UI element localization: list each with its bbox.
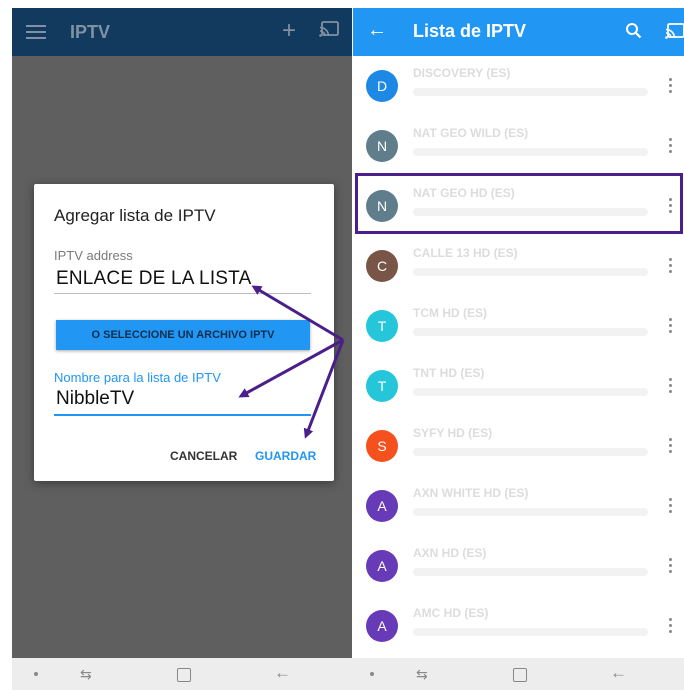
channel-name: AXN WHITE HD (ES) xyxy=(413,486,529,500)
more-options-icon[interactable] xyxy=(669,618,673,634)
channel-list-item[interactable]: S SYFY HD (ES) xyxy=(353,416,684,476)
channel-subtitle-placeholder xyxy=(413,268,648,276)
select-file-button[interactable]: O SELECCIONE UN ARCHIVO IPTV xyxy=(56,320,310,350)
recent-apps-icon[interactable]: ⇆ xyxy=(416,666,428,683)
channel-list-item[interactable]: C CALLE 13 HD (ES) xyxy=(353,236,684,296)
add-icon[interactable]: + xyxy=(282,17,296,45)
nav-dot-icon xyxy=(34,672,38,676)
list-name-label: Nombre para la lista de IPTV xyxy=(54,370,221,385)
iptv-address-underline xyxy=(54,293,311,294)
channel-list-item[interactable]: A AMC HD (ES) xyxy=(353,596,684,656)
more-options-icon[interactable] xyxy=(669,378,673,394)
more-options-icon[interactable] xyxy=(669,258,673,274)
channel-name: AXN HD (ES) xyxy=(413,546,487,560)
search-icon[interactable] xyxy=(625,22,643,45)
more-options-icon[interactable] xyxy=(669,498,673,514)
more-options-icon[interactable] xyxy=(669,318,673,334)
channel-subtitle-placeholder xyxy=(413,628,648,636)
channel-avatar: C xyxy=(366,250,398,282)
channel-subtitle-placeholder xyxy=(413,448,648,456)
add-iptv-list-dialog: Agregar lista de IPTV IPTV address ENLAC… xyxy=(34,184,334,481)
left-screen: IPTV + Agregar lista de IPTV IPTV addres… xyxy=(12,8,352,658)
cast-icon[interactable] xyxy=(665,23,684,44)
channel-avatar: A xyxy=(366,490,398,522)
channel-subtitle-placeholder xyxy=(413,568,648,576)
channel-avatar: A xyxy=(366,550,398,582)
channel-avatar: T xyxy=(366,370,398,402)
iptv-address-label: IPTV address xyxy=(54,248,133,263)
back-arrow-icon[interactable]: ← xyxy=(367,19,387,42)
channel-list-item[interactable]: D DISCOVERY (ES) xyxy=(353,56,684,116)
channel-list-item[interactable]: N NAT GEO WILD (ES) xyxy=(353,116,684,176)
channel-avatar: T xyxy=(366,310,398,342)
channel-subtitle-placeholder xyxy=(413,328,648,336)
channel-list-item[interactable]: A AXN WHITE HD (ES) xyxy=(353,476,684,536)
right-screen: ← Lista de IPTV D DISCOVERY (ES) N NAT GEO … xyxy=(353,8,684,658)
nav-dot-icon xyxy=(370,672,374,676)
iptv-address-input[interactable]: ENLACE DE LA LISTA xyxy=(56,268,251,290)
channel-name: SYFY HD (ES) xyxy=(413,426,493,440)
cast-icon[interactable] xyxy=(319,21,339,42)
nav-back-icon[interactable]: ← xyxy=(274,663,291,683)
channel-avatar: A xyxy=(366,610,398,642)
channel-subtitle-placeholder xyxy=(413,148,648,156)
channel-avatar: N xyxy=(366,130,398,162)
channel-name: AMC HD (ES) xyxy=(413,606,489,620)
channel-name: CALLE 13 HD (ES) xyxy=(413,246,518,260)
channel-name: NAT GEO WILD (ES) xyxy=(413,126,529,140)
channel-avatar: S xyxy=(366,430,398,462)
channel-list-item[interactable]: T TCM HD (ES) xyxy=(353,296,684,356)
right-app-bar: ← Lista de IPTV xyxy=(353,8,684,56)
app-title: IPTV xyxy=(70,22,111,42)
more-options-icon[interactable] xyxy=(669,558,673,574)
nav-back-icon[interactable]: ← xyxy=(610,663,627,683)
channel-name: DISCOVERY (ES) xyxy=(413,66,511,80)
recent-apps-icon[interactable]: ⇆ xyxy=(80,666,92,683)
channel-list-item[interactable]: T TNT HD (ES) xyxy=(353,356,684,416)
more-options-icon[interactable] xyxy=(669,438,673,454)
home-icon[interactable] xyxy=(177,668,191,682)
nav-bar-left: ⇆ ← xyxy=(12,658,348,690)
cancel-button[interactable]: CANCELAR xyxy=(170,449,237,463)
save-button[interactable]: GUARDAR xyxy=(255,449,316,463)
highlighted-channel-frame xyxy=(355,173,683,234)
channel-list-item[interactable]: A AXN HD (ES) xyxy=(353,536,684,596)
channel-name: TCM HD (ES) xyxy=(413,306,487,320)
left-app-bar: IPTV + xyxy=(12,8,352,56)
channel-subtitle-placeholder xyxy=(413,388,648,396)
hamburger-menu-icon[interactable] xyxy=(26,22,46,42)
more-options-icon[interactable] xyxy=(669,78,673,94)
system-navigation-bar: ⇆ ← ⇆ ← xyxy=(12,658,684,690)
channel-name: TNT HD (ES) xyxy=(413,366,485,380)
dialog-title: Agregar lista de IPTV xyxy=(54,206,216,225)
channel-subtitle-placeholder xyxy=(413,88,648,96)
list-name-input[interactable]: NibbleTV xyxy=(56,388,134,410)
list-name-underline xyxy=(54,414,311,416)
nav-bar-right: ⇆ ← xyxy=(348,658,684,690)
channel-subtitle-placeholder xyxy=(413,508,648,516)
list-title: Lista de IPTV xyxy=(413,21,527,41)
channel-avatar: D xyxy=(366,70,398,102)
more-options-icon[interactable] xyxy=(669,138,673,154)
home-icon[interactable] xyxy=(513,668,527,682)
